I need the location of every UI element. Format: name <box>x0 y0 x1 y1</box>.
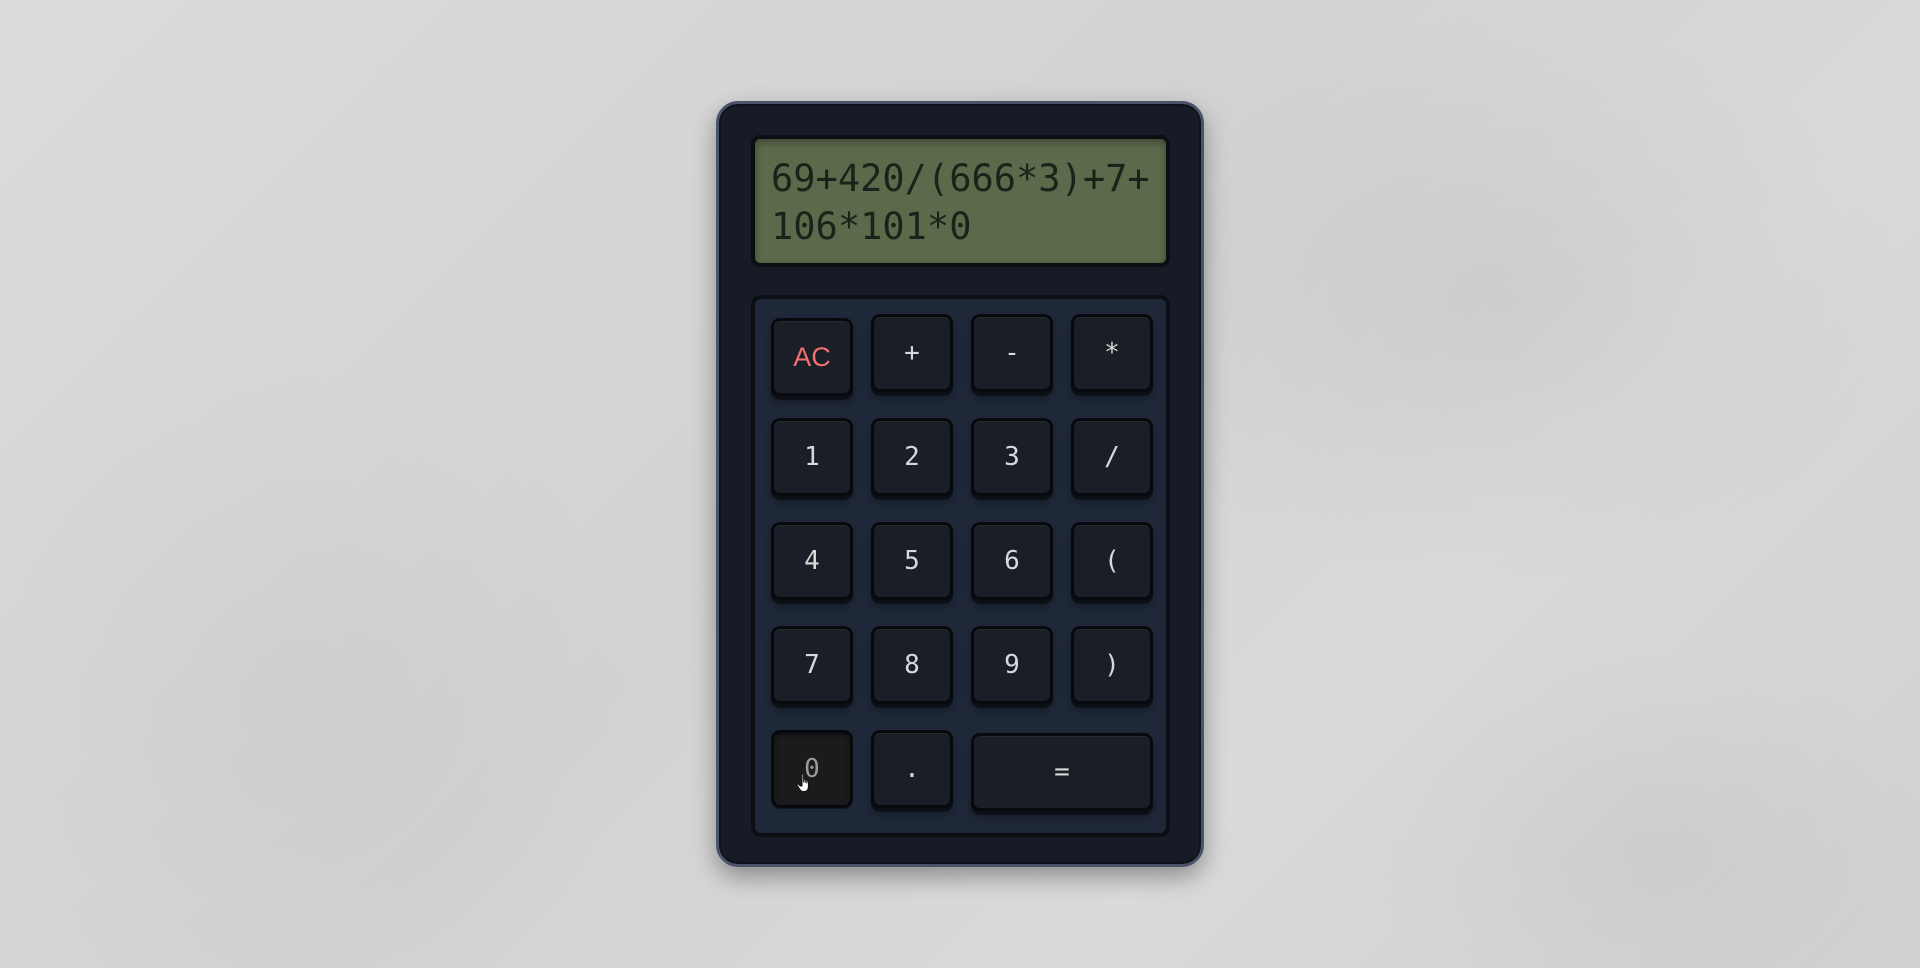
calculator: 69+420/(666*3)+7+106*101*0 AC + - * 1 2 … <box>716 101 1204 867</box>
digit-4-button[interactable]: 4 <box>771 522 853 600</box>
digit-2-button[interactable]: 2 <box>871 418 953 496</box>
divide-button[interactable]: / <box>1071 418 1153 496</box>
close-paren-button[interactable]: ) <box>1071 626 1153 704</box>
digit-5-button[interactable]: 5 <box>871 522 953 600</box>
open-paren-button[interactable]: ( <box>1071 522 1153 600</box>
multiply-button[interactable]: * <box>1071 314 1153 392</box>
display-expression: 69+420/(666*3)+7+106*101*0 <box>771 157 1150 248</box>
digit-7-button[interactable]: 7 <box>771 626 853 704</box>
plus-button[interactable]: + <box>871 314 953 392</box>
digit-8-button[interactable]: 8 <box>871 626 953 704</box>
digit-3-button[interactable]: 3 <box>971 418 1053 496</box>
minus-button[interactable]: - <box>971 314 1053 392</box>
digit-1-button[interactable]: 1 <box>771 418 853 496</box>
calculator-display: 69+420/(666*3)+7+106*101*0 <box>751 135 1170 267</box>
decimal-button[interactable]: . <box>871 730 953 808</box>
equals-button[interactable]: = <box>971 733 1153 811</box>
clear-button[interactable]: AC <box>771 318 853 396</box>
digit-9-button[interactable]: 9 <box>971 626 1053 704</box>
keypad: AC + - * 1 2 3 / 4 5 6 ( 7 8 9 ) 0 . = <box>751 295 1170 837</box>
digit-0-button[interactable]: 0 <box>771 730 853 808</box>
digit-6-button[interactable]: 6 <box>971 522 1053 600</box>
